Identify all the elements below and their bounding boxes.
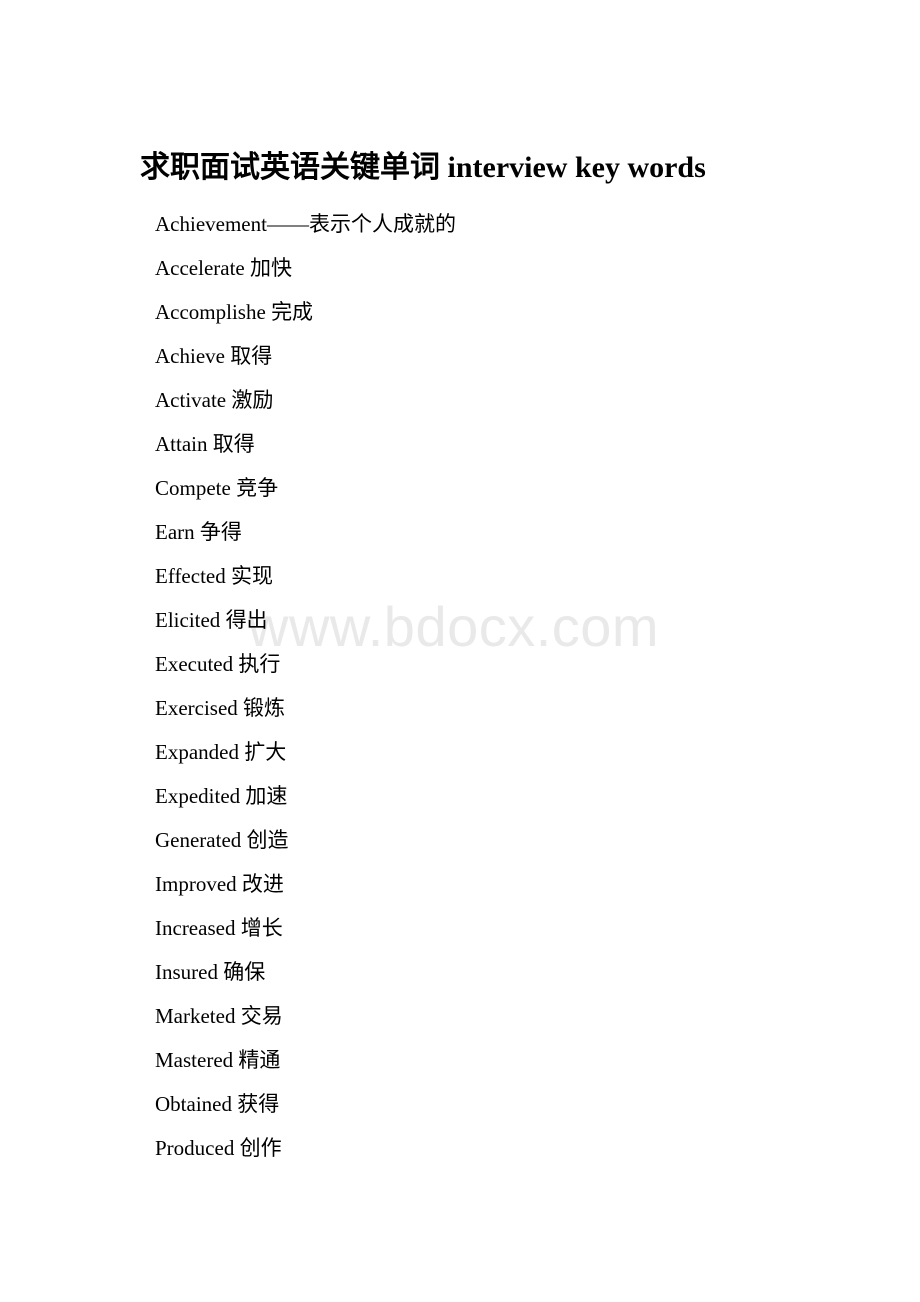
vocabulary-entry: Elicited 得出 bbox=[0, 598, 920, 642]
vocabulary-gloss: 激励 bbox=[231, 388, 274, 412]
vocabulary-gloss: 扩大 bbox=[244, 740, 287, 764]
vocabulary-entry: Accomplishe 完成 bbox=[0, 290, 920, 334]
vocabulary-entry: Improved 改进 bbox=[0, 862, 920, 906]
vocabulary-gloss: 创造 bbox=[246, 828, 289, 852]
vocabulary-term: Executed bbox=[155, 652, 234, 676]
vocabulary-term: Effected bbox=[155, 564, 226, 588]
vocabulary-entry: Expedited 加速 bbox=[0, 774, 920, 818]
vocabulary-term: Achieve bbox=[155, 344, 225, 368]
vocabulary-term: Increased bbox=[155, 916, 236, 940]
vocabulary-gloss: 锻炼 bbox=[243, 696, 286, 720]
vocabulary-term: Improved bbox=[155, 872, 237, 896]
vocabulary-entry: Accelerate 加快 bbox=[0, 246, 920, 290]
vocabulary-gloss: 取得 bbox=[212, 432, 255, 456]
vocabulary-term: Marketed bbox=[155, 1004, 236, 1028]
vocabulary-gloss: 创作 bbox=[239, 1136, 282, 1160]
page-title: 求职面试英语关键单词 interview key words bbox=[140, 151, 706, 184]
vocabulary-term: Elicited bbox=[155, 608, 221, 632]
vocabulary-entry: Obtained 获得 bbox=[0, 1082, 920, 1126]
vocabulary-term: Expanded bbox=[155, 740, 239, 764]
vocabulary-entry: Generated 创造 bbox=[0, 818, 920, 862]
vocabulary-term: Achievement bbox=[155, 212, 267, 236]
vocabulary-term: Exercised bbox=[155, 696, 238, 720]
vocabulary-gloss: 执行 bbox=[238, 652, 281, 676]
vocabulary-term: Insured bbox=[155, 960, 218, 984]
vocabulary-separator: —— bbox=[266, 212, 309, 236]
vocabulary-entry: Achievement——表示个人成就的 bbox=[0, 202, 920, 246]
vocabulary-gloss: 改进 bbox=[241, 872, 284, 896]
vocabulary-term: Obtained bbox=[155, 1092, 232, 1116]
vocabulary-entry: Achieve 取得 bbox=[0, 334, 920, 378]
vocabulary-entry: Mastered 精通 bbox=[0, 1038, 920, 1082]
vocabulary-gloss: 实现 bbox=[230, 564, 273, 588]
vocabulary-entry: Exercised 锻炼 bbox=[0, 686, 920, 730]
vocabulary-entry: Attain 取得 bbox=[0, 422, 920, 466]
document-body: 求职面试英语关键单词 interview key words Achieveme… bbox=[0, 0, 920, 1170]
vocabulary-term: Accomplishe bbox=[155, 300, 266, 324]
vocabulary-term: Compete bbox=[155, 476, 231, 500]
vocabulary-term: Attain bbox=[155, 432, 208, 456]
vocabulary-gloss: 竞争 bbox=[236, 476, 279, 500]
vocabulary-gloss: 确保 bbox=[223, 960, 266, 984]
vocabulary-entry: Executed 执行 bbox=[0, 642, 920, 686]
vocabulary-entry: Effected 实现 bbox=[0, 554, 920, 598]
vocabulary-entry: Marketed 交易 bbox=[0, 994, 920, 1038]
vocabulary-term: Accelerate bbox=[155, 256, 245, 280]
vocabulary-term: Activate bbox=[155, 388, 227, 412]
vocabulary-gloss: 精通 bbox=[238, 1048, 281, 1072]
vocabulary-entry: Expanded 扩大 bbox=[0, 730, 920, 774]
vocabulary-list: Achievement——表示个人成就的 Accelerate 加快 Accompl… bbox=[0, 202, 920, 1170]
vocabulary-term: Mastered bbox=[155, 1048, 234, 1072]
vocabulary-entry: Insured 确保 bbox=[0, 950, 920, 994]
vocabulary-term: Expedited bbox=[155, 784, 241, 808]
vocabulary-gloss: 争得 bbox=[199, 520, 242, 544]
vocabulary-gloss: 表示个人成就的 bbox=[308, 212, 456, 236]
vocabulary-gloss: 取得 bbox=[230, 344, 273, 368]
vocabulary-term: Earn bbox=[155, 520, 195, 544]
vocabulary-entry: Increased 增长 bbox=[0, 906, 920, 950]
vocabulary-entry: Produced 创作 bbox=[0, 1126, 920, 1170]
vocabulary-term: Generated bbox=[155, 828, 242, 852]
vocabulary-gloss: 加快 bbox=[250, 256, 293, 280]
vocabulary-entry: Compete 竞争 bbox=[0, 466, 920, 510]
vocabulary-gloss: 完成 bbox=[271, 300, 314, 324]
vocabulary-gloss: 增长 bbox=[240, 916, 283, 940]
document-page: www.bdocx.com 求职面试英语关键单词 interview key w… bbox=[0, 0, 920, 1302]
vocabulary-gloss: 得出 bbox=[225, 608, 268, 632]
vocabulary-entry: Activate 激励 bbox=[0, 378, 920, 422]
vocabulary-gloss: 获得 bbox=[237, 1092, 280, 1116]
vocabulary-entry: Earn 争得 bbox=[0, 510, 920, 554]
vocabulary-term: Produced bbox=[155, 1136, 235, 1160]
vocabulary-gloss: 交易 bbox=[240, 1004, 283, 1028]
vocabulary-gloss: 加速 bbox=[245, 784, 288, 808]
